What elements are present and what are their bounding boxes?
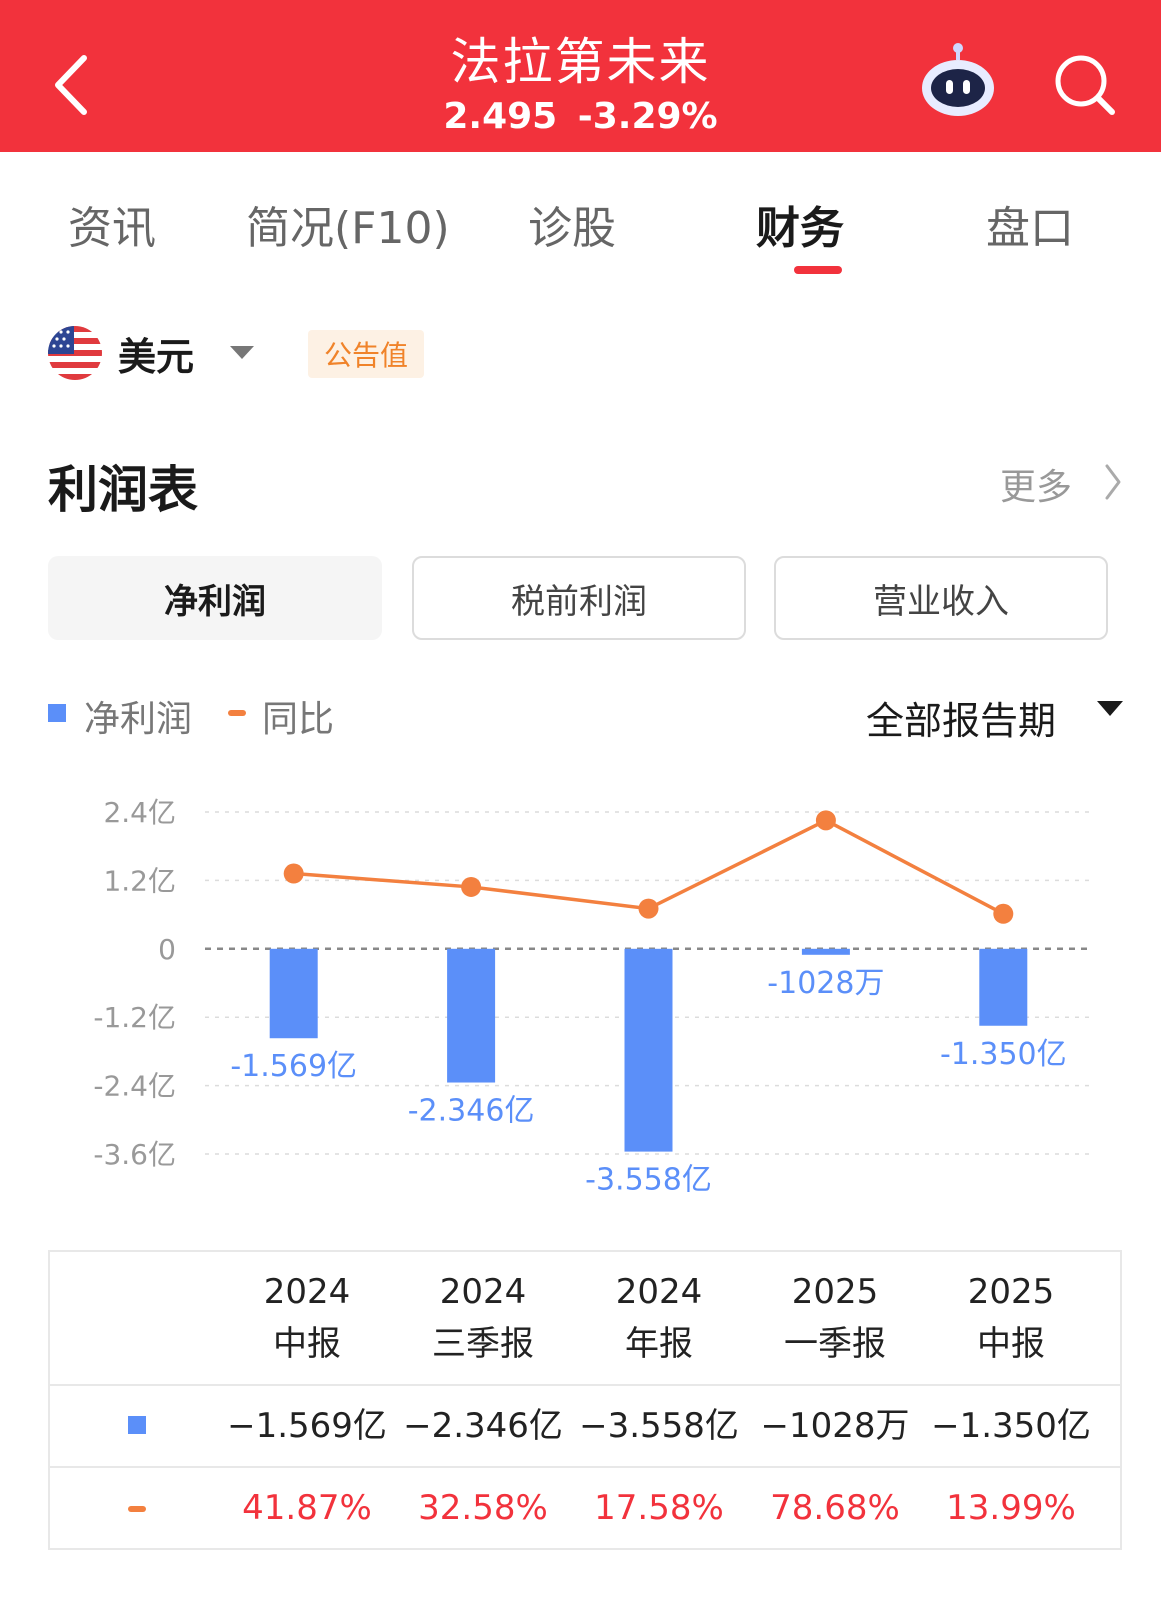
segment-revenue[interactable]: 营业收入 — [774, 556, 1108, 640]
tab-orderbook[interactable]: 盘口 — [986, 192, 1074, 256]
tab-bar: 资讯 简况(F10) 诊股 财务 盘口 — [0, 182, 1161, 282]
yoy-cell: 17.58% — [594, 1488, 724, 1528]
chevron-right-icon[interactable] — [1102, 462, 1124, 502]
table-header-row: 2024 中报 2024 三季报 2024 年报 2025 一季报 2025 中报 — [50, 1252, 1120, 1384]
stock-price: 2.495 — [443, 96, 558, 137]
column-year: 2024 — [615, 1272, 703, 1312]
net-profit-marker — [128, 1416, 146, 1434]
search-icon[interactable] — [1052, 52, 1118, 118]
net-profit-chart: 2.4亿 1.2亿 0 -1.2亿 -2.4亿 -3.6亿 -1.569亿 -2.346亿 -3… — [93, 796, 1092, 1198]
legend-yoy: 同比 — [262, 699, 335, 740]
column-header: 2025 一季报 — [746, 1266, 924, 1370]
caret-down-icon[interactable] — [230, 346, 254, 359]
bar-data-label: -3.558亿 — [585, 1163, 712, 1198]
column-period: 中报 — [273, 1324, 341, 1364]
net-profit-cell: −1.569亿 — [227, 1406, 387, 1446]
caret-down-icon[interactable] — [1097, 701, 1123, 716]
legend-bar-swatch — [48, 704, 66, 722]
segment-pretax-profit[interactable]: 税前利润 — [412, 556, 746, 640]
column-header: 2024 三季报 — [394, 1266, 572, 1370]
net-profit-cell: −2.346亿 — [403, 1406, 563, 1446]
bar — [624, 948, 673, 1152]
data-table: 2024 中报 2024 三季报 2024 年报 2025 一季报 2025 中报 −1.569亿… — [48, 1250, 1122, 1550]
y-tick-label: 0 — [158, 933, 176, 966]
legend-net-profit: 净利润 — [84, 699, 193, 740]
yoy-point — [993, 903, 1014, 924]
yoy-point — [815, 810, 836, 831]
column-year: 2025 — [967, 1272, 1055, 1312]
bar — [801, 948, 850, 955]
bar — [269, 948, 318, 1039]
y-tick-label: -3.6亿 — [93, 1138, 176, 1171]
column-period: 年报 — [625, 1324, 693, 1364]
yoy-cell: 41.87% — [242, 1488, 372, 1528]
yoy-marker — [128, 1506, 146, 1512]
column-header: 2024 年报 — [570, 1266, 748, 1370]
yoy-point — [283, 863, 304, 884]
tab-news[interactable]: 资讯 — [68, 192, 156, 256]
bar-data-label: -1028万 — [767, 966, 884, 1001]
column-year: 2024 — [439, 1272, 527, 1312]
column-year: 2025 — [791, 1272, 879, 1312]
bar-data-label: -1.350亿 — [940, 1037, 1067, 1072]
y-tick-label: -2.4亿 — [93, 1070, 176, 1103]
bar — [447, 948, 496, 1083]
stock-change: -3.29% — [577, 96, 718, 137]
column-header: 2024 中报 — [218, 1266, 396, 1370]
yoy-cell: 78.68% — [770, 1488, 900, 1528]
currency-label[interactable]: 美元 — [118, 326, 194, 381]
y-tick-label: -1.2亿 — [93, 1001, 176, 1034]
legend-line-swatch — [228, 710, 246, 716]
section-title: 利润表 — [48, 461, 198, 519]
column-period: 三季报 — [432, 1324, 534, 1364]
robot-assistant-icon[interactable] — [918, 42, 998, 120]
top-bar: 法拉第未来 2.495 -3.29% — [0, 0, 1161, 152]
active-tab-indicator — [794, 266, 842, 274]
bar-data-label: -1.569亿 — [230, 1049, 357, 1084]
segment-net-profit[interactable]: 净利润 — [48, 556, 382, 640]
column-year: 2024 — [263, 1272, 351, 1312]
column-period: 一季报 — [784, 1324, 886, 1364]
net-profit-cell: −1.350亿 — [931, 1406, 1091, 1446]
column-period: 中报 — [977, 1324, 1045, 1364]
table-row-net-profit: −1.569亿 −2.346亿 −3.558亿 −1028万 −1.350亿 — [50, 1384, 1120, 1466]
bar-data-label: -2.346亿 — [408, 1094, 535, 1129]
announced-value-badge: 公告值 — [308, 330, 425, 378]
tab-finance[interactable]: 财务 — [756, 192, 844, 256]
yoy-cell: 32.58% — [418, 1488, 548, 1528]
net-profit-cell: −3.558亿 — [579, 1406, 739, 1446]
y-tick-label: 1.2亿 — [103, 864, 176, 897]
yoy-point — [461, 876, 482, 897]
net-profit-cell: −1028万 — [760, 1406, 910, 1446]
yoy-point — [638, 898, 659, 919]
yoy-cell: 13.99% — [946, 1488, 1076, 1528]
period-selector[interactable]: 全部报告期 — [866, 690, 1056, 745]
column-header: 2025 中报 — [922, 1266, 1100, 1370]
table-row-yoy: 41.87% 32.58% 17.58% 78.68% 13.99% — [50, 1466, 1120, 1548]
y-tick-label: 2.4亿 — [103, 796, 176, 829]
tab-profile[interactable]: 简况(F10) — [246, 192, 450, 256]
us-flag-icon[interactable] — [48, 326, 102, 380]
more-link[interactable]: 更多 — [1000, 458, 1072, 510]
tab-diagnosis[interactable]: 诊股 — [528, 192, 616, 256]
bar — [979, 948, 1028, 1026]
